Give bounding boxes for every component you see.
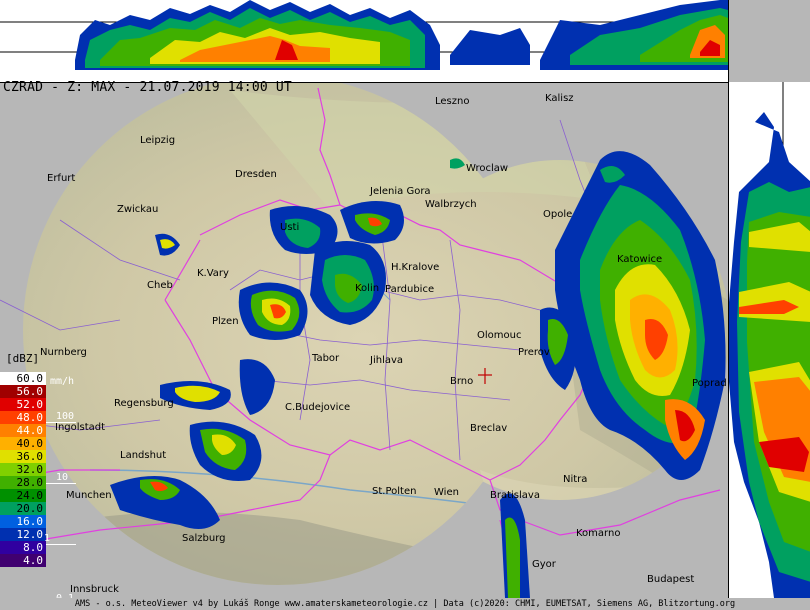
- city-label: Regensburg: [114, 398, 174, 409]
- city-label: K.Vary: [197, 268, 229, 279]
- legend-unit: [dBZ]: [6, 352, 40, 365]
- corner-panel: [728, 0, 810, 83]
- city-label: Walbrzych: [425, 199, 477, 210]
- legend-level: 20.0: [0, 502, 46, 515]
- top-vertical-profile: [0, 0, 728, 83]
- top-profile-chart: [0, 0, 728, 70]
- legend-level: 56.0: [0, 385, 46, 398]
- city-label: Landshut: [120, 450, 166, 461]
- city-label: Kalisz: [545, 93, 574, 104]
- city-label: Salzburg: [182, 533, 225, 544]
- legend-rate-label: 10: [56, 472, 69, 483]
- map-title: CZRAD - Z: MAX - 21.07.2019 14:00 UT: [3, 80, 292, 95]
- legend-rate-label: 100: [56, 411, 75, 422]
- legend-rate-tick: [46, 422, 76, 423]
- city-label: Kolin: [355, 283, 379, 294]
- city-label: Leszno: [435, 96, 469, 107]
- city-label: Prerov: [518, 347, 550, 358]
- side-vertical-profile: [728, 82, 810, 598]
- radar-map[interactable]: Leszno Kalisz Leipzig Wroclaw Erfurt Dre…: [0, 83, 728, 598]
- city-label: Nurnberg: [40, 347, 87, 358]
- city-label: Brno: [450, 376, 473, 387]
- legend-level: 12.0: [0, 528, 46, 541]
- city-label: Katowice: [617, 254, 662, 265]
- legend-rate-unit: mm/h: [50, 376, 75, 387]
- city-label: Komarno: [576, 528, 620, 539]
- city-label: Jelenia Gora: [369, 186, 431, 197]
- city-label: Pardubice: [385, 284, 434, 295]
- city-label: Bratislava: [490, 490, 540, 501]
- legend-level: 4.0: [0, 554, 46, 567]
- legend-rate-tick: [46, 544, 76, 545]
- city-label: Ingolstadt: [55, 422, 105, 433]
- city-label: Dresden: [235, 169, 277, 180]
- footer-credits: AMS - o.s. MeteoViewer v4 by Lukáš Ronge…: [0, 598, 810, 610]
- city-label: Opole: [543, 209, 572, 220]
- top-profile-echoes: [75, 0, 728, 70]
- city-label: Erfurt: [47, 173, 75, 184]
- city-label: Zwickau: [117, 204, 158, 215]
- city-label: Gyor: [532, 559, 557, 570]
- city-label: Poprad: [692, 378, 727, 389]
- city-label: C.Budejovice: [285, 402, 350, 413]
- city-label: Usti: [280, 222, 299, 233]
- city-label: Wroclaw: [466, 163, 508, 174]
- legend-level: 60.0: [0, 372, 46, 385]
- city-label: Tabor: [311, 353, 340, 364]
- city-label: Breclav: [470, 423, 507, 434]
- legend-level: 52.0: [0, 398, 46, 411]
- legend-level: 44.0: [0, 424, 46, 437]
- legend-level: 24.0: [0, 489, 46, 502]
- legend-level: 16.0: [0, 515, 46, 528]
- city-label: Innsbruck: [70, 584, 119, 595]
- legend-level: 36.0: [0, 450, 46, 463]
- city-label: Jihlava: [369, 355, 403, 366]
- city-label: St.Polten: [372, 486, 416, 497]
- legend-level: 8.0: [0, 541, 46, 554]
- city-label: H.Kralove: [391, 262, 439, 273]
- city-label: Leipzig: [140, 135, 175, 146]
- city-label: Plzen: [212, 316, 239, 327]
- legend-level: 32.0: [0, 463, 46, 476]
- city-label: Munchen: [66, 490, 112, 501]
- city-label: Budapest: [647, 574, 694, 585]
- city-label: Olomouc: [477, 330, 521, 341]
- legend-rate-tick: [46, 483, 76, 484]
- legend-rate-label: 1: [44, 533, 51, 544]
- legend-level: 28.0: [0, 476, 46, 489]
- city-label: Nitra: [563, 474, 587, 485]
- legend-level: 40.0: [0, 437, 46, 450]
- side-profile-echoes: [729, 112, 810, 598]
- city-label: Cheb: [147, 280, 173, 291]
- legend-level: 48.0: [0, 411, 46, 424]
- side-profile-chart: [729, 82, 810, 598]
- city-label: Wien: [434, 487, 459, 498]
- radar-map-canvas: Leszno Kalisz Leipzig Wroclaw Erfurt Dre…: [0, 83, 728, 598]
